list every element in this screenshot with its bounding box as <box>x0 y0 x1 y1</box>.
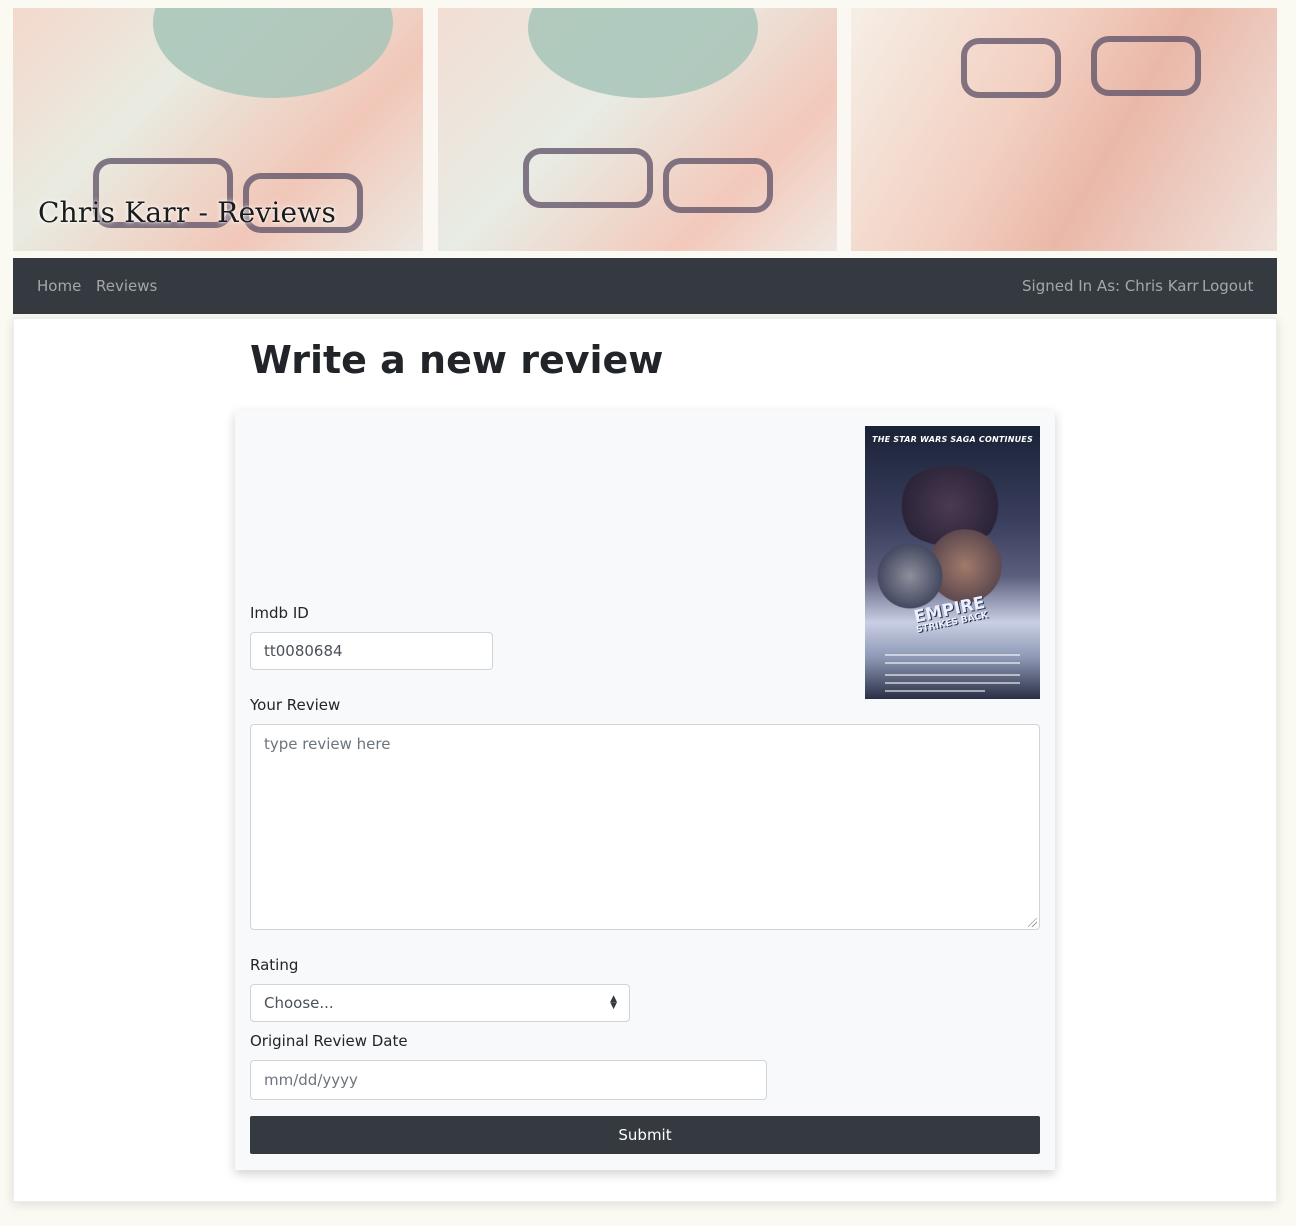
resize-handle-icon[interactable] <box>1028 918 1037 927</box>
navbar: Home Reviews Signed In As: Chris Karr Lo… <box>13 258 1277 314</box>
submit-button[interactable]: Submit <box>250 1116 1040 1154</box>
poster-tagline: THE STAR WARS SAGA CONTINUES <box>872 435 1033 444</box>
movie-poster: THE STAR WARS SAGA CONTINUES EMPIRE STRI… <box>865 426 1040 699</box>
review-date-input[interactable]: mm/dd/yyyy <box>250 1060 767 1100</box>
original-review-date-label: Original Review Date <box>250 1032 408 1050</box>
rating-selected-value: Choose... <box>264 994 334 1012</box>
select-updown-icon: ▲ ▼ <box>610 994 617 1011</box>
review-date-placeholder: mm/dd/yyyy <box>264 1071 358 1089</box>
review-placeholder: type review here <box>264 735 391 753</box>
page-title: Write a new review <box>250 338 664 382</box>
your-review-label: Your Review <box>250 696 341 714</box>
rating-select[interactable]: Choose... ▲ ▼ <box>250 984 630 1022</box>
logout-link[interactable]: Logout <box>1202 277 1253 295</box>
review-textarea[interactable]: type review here <box>250 724 1040 930</box>
imdb-id-value: tt0080684 <box>264 642 343 660</box>
site-title[interactable]: Chris Karr - Reviews <box>38 196 336 229</box>
banner-photo-2 <box>438 8 837 251</box>
nav-reviews-link[interactable]: Reviews <box>96 277 157 295</box>
imdb-id-label: Imdb ID <box>250 604 309 622</box>
rating-label: Rating <box>250 956 299 974</box>
imdb-id-input[interactable]: tt0080684 <box>250 632 493 670</box>
signed-in-text: Signed In As: Chris Karr <box>1022 277 1199 295</box>
nav-home-link[interactable]: Home <box>37 277 81 295</box>
banner-photo-3 <box>851 8 1277 251</box>
